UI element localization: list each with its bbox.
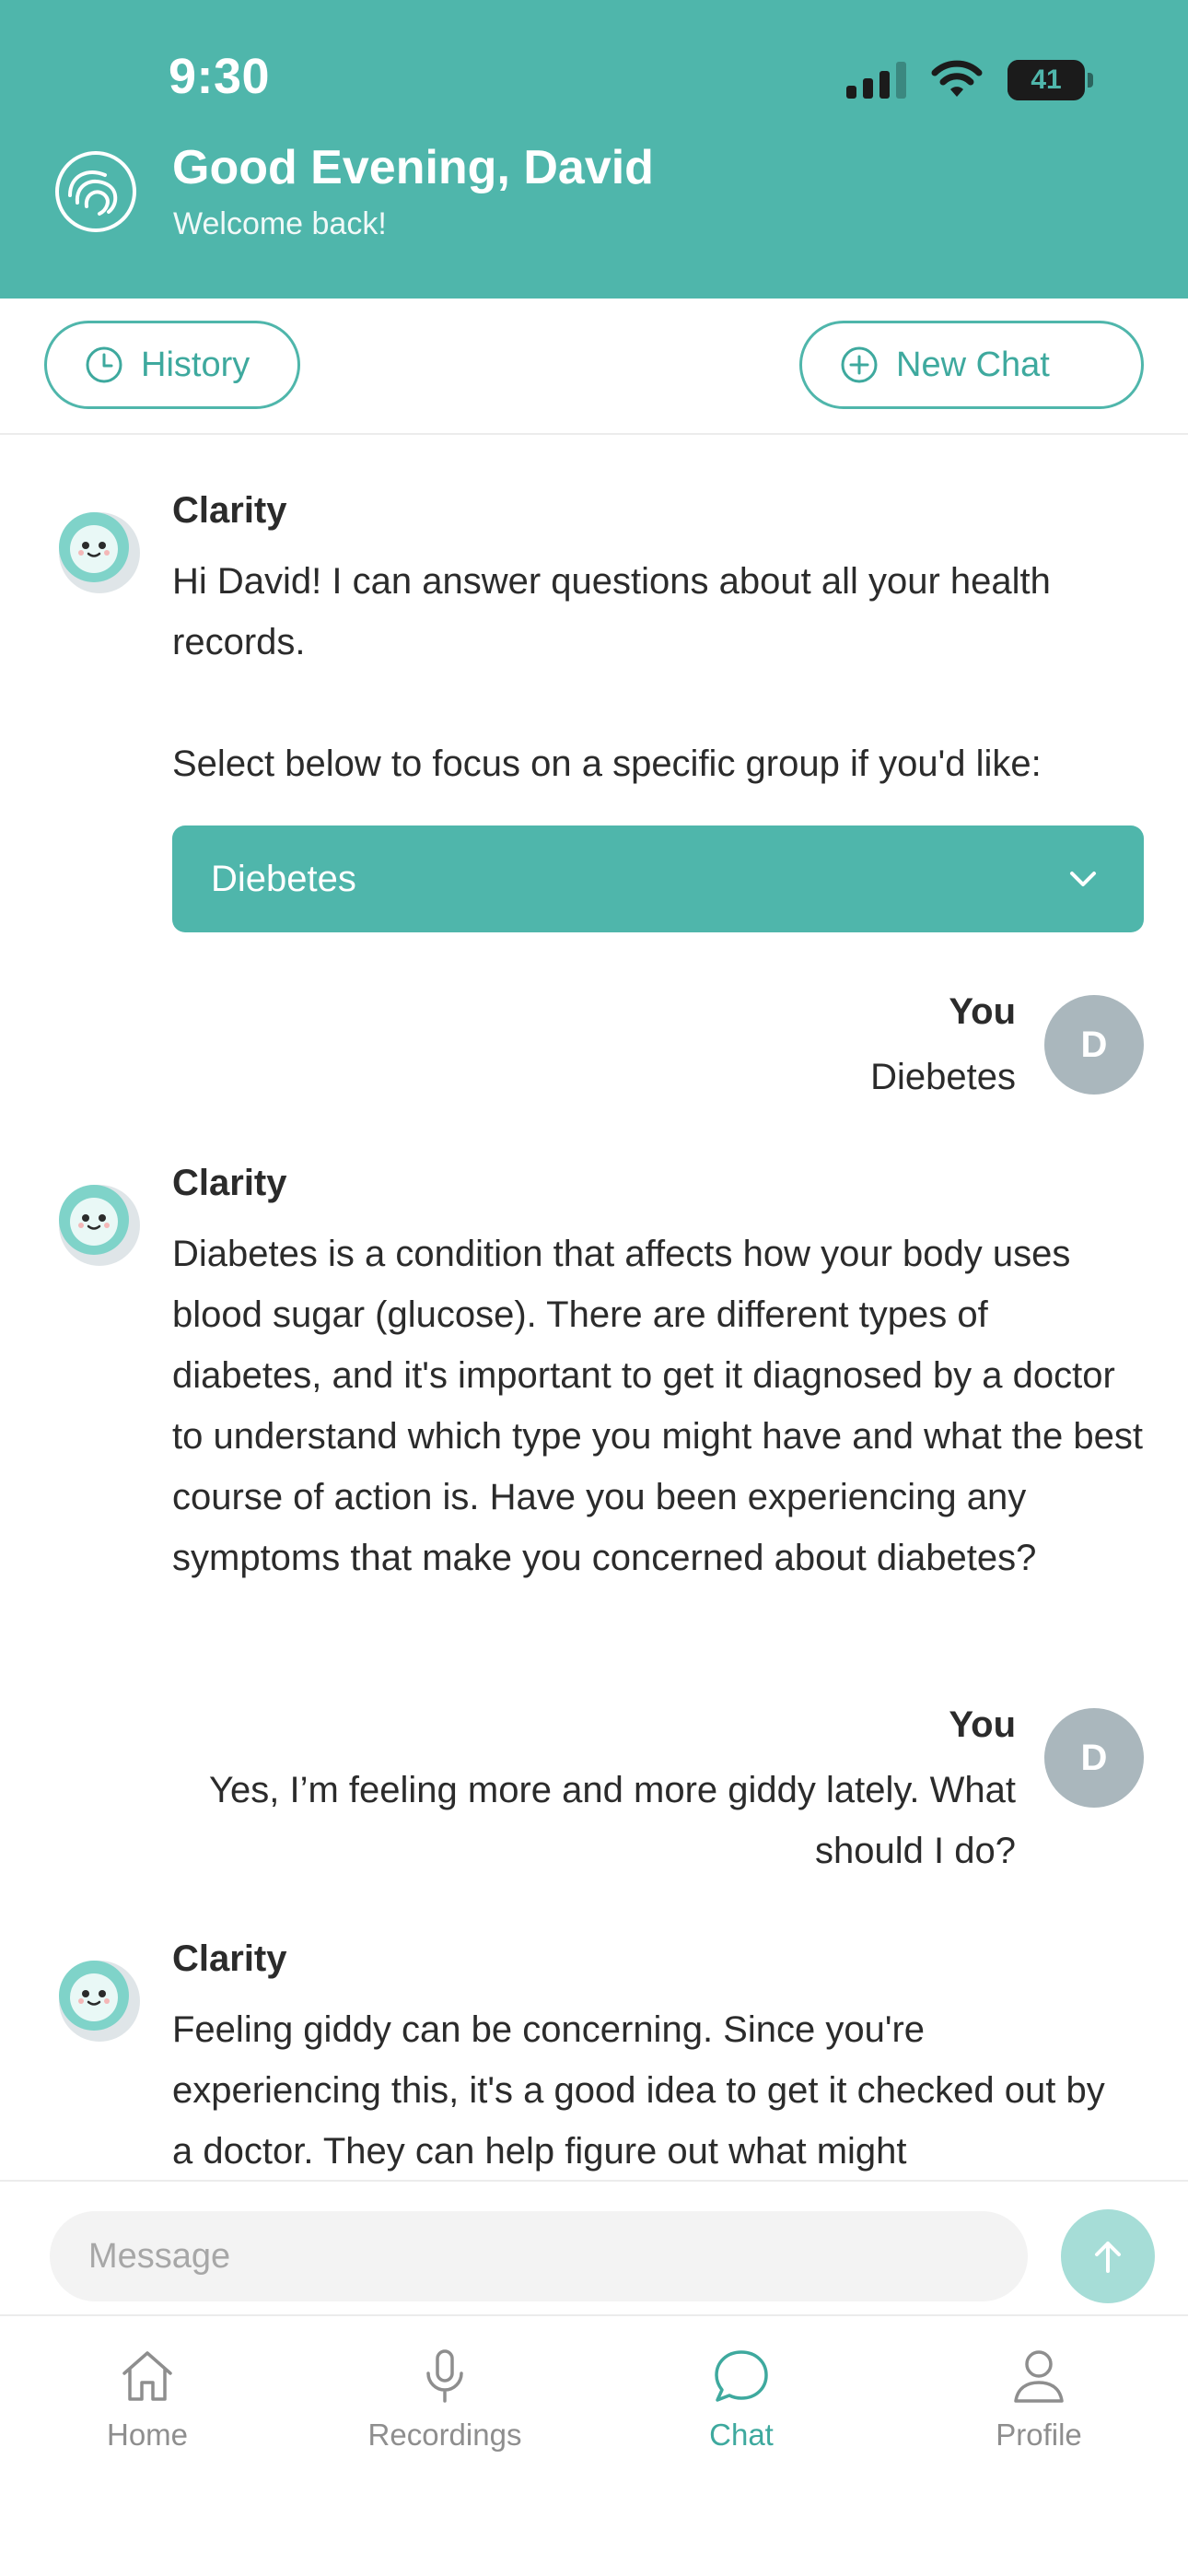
- chat-bubble-icon: [715, 2350, 768, 2402]
- chat-thread[interactable]: Clarity Hi David! I can answer questions…: [0, 435, 1188, 2180]
- history-label: History: [141, 345, 250, 384]
- avatar: D: [1044, 995, 1144, 1095]
- clarity-avatar-icon: [59, 1961, 140, 2042]
- message-composer: [0, 2180, 1188, 2316]
- arrow-up-icon: [1095, 2242, 1121, 2273]
- welcome-subtitle: Welcome back!: [173, 206, 387, 241]
- tab-label: Profile: [996, 2418, 1082, 2452]
- swirl-logo-icon: [55, 151, 136, 232]
- tab-profile[interactable]: Profile: [919, 2344, 1159, 2482]
- battery-percent: 41: [1031, 64, 1062, 95]
- message-sender: Clarity: [172, 1163, 287, 1203]
- message-input[interactable]: [50, 2211, 1028, 2301]
- tab-label: Home: [106, 2418, 189, 2452]
- message-sender: Clarity: [172, 1938, 287, 1979]
- message-text: Feeling giddy can be concerning. Since y…: [172, 2009, 1105, 2172]
- clock-icon: [86, 346, 122, 383]
- tab-label: Chat: [709, 2418, 774, 2452]
- message-text: Hi David! I can answer questions about a…: [172, 561, 1051, 662]
- message-text: Yes, I’m feeling more and more giddy lat…: [209, 1770, 1016, 1871]
- new-chat-button[interactable]: New Chat: [799, 321, 1144, 409]
- tab-chat[interactable]: Chat: [622, 2344, 861, 2482]
- tab-recordings[interactable]: Recordings: [325, 2344, 565, 2482]
- message-text: Diabetes is a condition that affects how…: [172, 1234, 1144, 1578]
- message-sender: Clarity: [172, 490, 287, 531]
- clarity-avatar-icon: [59, 512, 140, 593]
- message-sender: You: [949, 1704, 1016, 1745]
- home-icon: [122, 2351, 172, 2401]
- status-icons: 41: [846, 55, 1093, 105]
- bottom-tab-bar: Home Recordings Chat Profile: [0, 2316, 1188, 2576]
- wifi-icon: [931, 60, 983, 97]
- person-icon: [1014, 2350, 1064, 2403]
- microphone-icon: [426, 2349, 463, 2403]
- new-chat-label: New Chat: [896, 345, 1050, 384]
- message-sender: You: [949, 991, 1016, 1032]
- clarity-avatar-icon: [59, 1185, 140, 1266]
- group-select-dropdown[interactable]: Diebetes: [172, 825, 1144, 932]
- plus-circle-icon: [841, 346, 878, 383]
- tab-home[interactable]: Home: [28, 2344, 267, 2482]
- message-text: Diebetes: [870, 1057, 1016, 1097]
- battery-icon: 41: [1007, 60, 1093, 100]
- avatar: D: [1044, 1708, 1144, 1808]
- greeting-title: Good Evening, David: [172, 141, 654, 194]
- message-text-secondary: Select below to focus on a specific grou…: [172, 744, 1042, 784]
- status-time: 9:30: [169, 49, 271, 104]
- chevron-down-icon: [1070, 872, 1096, 886]
- tab-label: Recordings: [367, 2418, 522, 2452]
- cellular-signal-icon: [846, 62, 906, 99]
- send-button[interactable]: [1061, 2209, 1155, 2303]
- chat-action-bar: History New Chat: [0, 299, 1188, 435]
- history-button[interactable]: History: [44, 321, 300, 409]
- group-select-value: Diebetes: [211, 858, 356, 899]
- app-header: 9:30 41 Good Evening, David Welcome back…: [0, 0, 1188, 299]
